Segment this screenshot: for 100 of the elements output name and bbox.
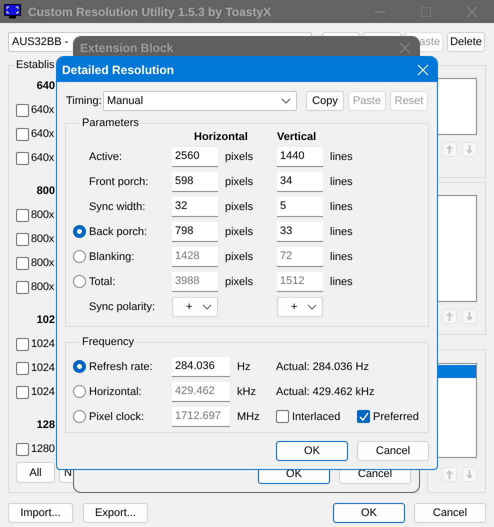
input-field[interactable]: 33: [277, 222, 323, 242]
monitor-icon: [4, 4, 21, 19]
unit-label: lines: [329, 276, 354, 288]
checkbox-label: 640x: [31, 152, 54, 164]
checkbox[interactable]: [276, 410, 289, 423]
arrow-up-icon: [445, 469, 454, 480]
timing-label: Timing:: [66, 95, 103, 107]
window-title: Extension Block: [80, 41, 174, 55]
checkbox-label: 1024: [31, 338, 55, 350]
unit-label: pixels: [224, 276, 254, 288]
field-label: Horizontal:: [89, 386, 142, 398]
arrow-up-icon: [445, 144, 454, 155]
dialog-button[interactable]: Import...: [8, 503, 73, 523]
checkbox[interactable]: [16, 208, 29, 222]
actual-value: Actual: 429.462 kHz: [276, 386, 376, 398]
checkbox-label: 1280: [31, 443, 55, 455]
field-label: Back porch:: [89, 226, 148, 238]
actual-value: Actual: 284.036 Hz: [276, 360, 370, 372]
unit-label: pixels: [224, 200, 254, 212]
dialog-button[interactable]: Export...: [83, 503, 148, 523]
unit-label: lines: [329, 226, 354, 238]
input-field[interactable]: 2560: [172, 146, 218, 166]
input-field[interactable]: 32: [172, 196, 218, 216]
unit-label: kHz: [236, 386, 257, 398]
input-field[interactable]: 5: [277, 196, 323, 216]
unit-label: Hz: [236, 360, 252, 372]
checkbox-label: 800x: [31, 209, 54, 221]
unit-label: lines: [329, 200, 354, 212]
field-label: Pixel clock:: [89, 410, 144, 422]
checkbox[interactable]: [16, 256, 29, 270]
checkbox-label: 1024: [31, 362, 55, 374]
unit-label: lines: [329, 150, 354, 162]
unit-label: pixels: [224, 150, 254, 162]
unit-label: MHz: [236, 410, 261, 422]
arrow-down-icon: [465, 144, 474, 155]
checkbox[interactable]: [16, 338, 29, 350]
column-header: Horizontal: [193, 131, 249, 143]
checkbox-label: 1024: [31, 386, 55, 398]
checkbox[interactable]: [16, 386, 29, 398]
checkbox-label: 640x: [31, 104, 54, 116]
checkbox-label: Preferred: [373, 410, 419, 422]
unit-label: lines: [329, 250, 354, 262]
dialog-button[interactable]: Cancel: [357, 441, 429, 461]
window-title: Detailed Resolution: [62, 62, 174, 76]
checkbox[interactable]: [16, 128, 29, 140]
group-label: Frequency: [81, 336, 135, 349]
input-field[interactable]: 1440: [277, 146, 323, 166]
toolbar-button[interactable]: Copy: [306, 91, 344, 111]
field-label: Active:: [89, 150, 122, 162]
checkbox-label: 800x: [31, 281, 54, 293]
checkbox[interactable]: [16, 152, 29, 164]
radio-button[interactable]: [73, 225, 86, 238]
polarity-dropdown[interactable]: +: [172, 296, 218, 316]
input-field[interactable]: 284.036: [172, 356, 230, 376]
section-header: 800: [36, 185, 55, 197]
chevron-down-icon: [281, 98, 291, 104]
checkbox-label: 800x: [31, 257, 54, 269]
dialog-button[interactable]: OK: [333, 503, 405, 523]
radio-button[interactable]: [73, 360, 86, 373]
checkbox[interactable]: [16, 104, 29, 116]
checkbox-label: 640x: [31, 128, 54, 140]
checkbox[interactable]: [16, 280, 29, 294]
toolbar-button[interactable]: Delete: [447, 32, 485, 52]
list-button[interactable]: All: [16, 462, 55, 483]
unit-label: lines: [329, 176, 354, 188]
field-label: Total:: [89, 276, 116, 288]
checkbox-label: 800x: [31, 233, 54, 245]
arrow-down-icon: [465, 311, 474, 322]
list-box[interactable]: [436, 78, 477, 135]
timing-dropdown[interactable]: Manual: [103, 91, 297, 111]
input-field[interactable]: 598: [172, 172, 218, 192]
unit-label: pixels: [224, 176, 254, 188]
section-header: 102: [36, 314, 55, 326]
list-box[interactable]: [436, 195, 477, 302]
checkbox[interactable]: [16, 442, 29, 456]
field-label: Front porch:: [89, 176, 148, 188]
column-header: Vertical: [277, 131, 318, 143]
list-box[interactable]: [436, 363, 477, 458]
dialog-button[interactable]: Cancel: [414, 503, 486, 523]
checkbox[interactable]: [16, 232, 29, 246]
window-title: Custom Resolution Utility 1.5.3 by ToastyX: [28, 4, 272, 18]
field-label: Sync width:: [89, 200, 146, 212]
arrow-down-icon: [465, 469, 474, 480]
polarity-dropdown[interactable]: +: [277, 296, 323, 316]
checkbox-label: Interlaced: [292, 410, 340, 422]
group-label: Parameters: [81, 117, 140, 130]
field-label: Blanking:: [89, 250, 134, 262]
checkbox[interactable]: [357, 410, 370, 423]
arrow-up-icon: [445, 311, 454, 322]
unit-label: pixels: [224, 226, 254, 238]
dialog-button[interactable]: OK: [276, 441, 348, 461]
chevron-down-icon: [202, 304, 212, 310]
unit-label: pixels: [224, 250, 254, 262]
chevron-down-icon: [307, 304, 317, 310]
section-header: 128: [36, 419, 55, 431]
checkbox[interactable]: [16, 362, 29, 374]
input-field[interactable]: 798: [172, 222, 218, 242]
section-header: 640: [36, 80, 55, 92]
input-field[interactable]: 34: [277, 172, 323, 192]
field-label: Refresh rate:: [89, 360, 153, 372]
